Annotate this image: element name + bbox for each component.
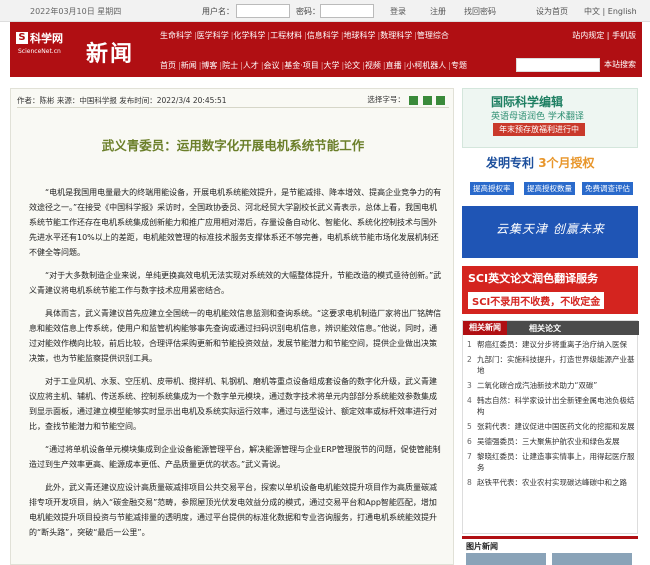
font-small-button[interactable] [436,95,445,105]
ad-patent-title: 发明专利 3个月授权 [486,156,595,170]
subject-nav-item[interactable]: 化学科学 [233,31,265,40]
font-medium-button[interactable] [422,95,432,105]
main-nav-item[interactable]: 大学 [323,61,339,70]
main-nav-item[interactable]: 视频 [365,61,381,70]
logo-s-icon: S [16,32,28,44]
article-paragraph: “通过将单机设备单元模块集成到企业设备能源管理平台，解决能源管理与企业ERP管理… [29,445,441,469]
set-homepage-link[interactable]: 设为首页 [536,6,568,17]
main-nav-item[interactable]: 专题 [451,61,467,70]
username-label: 用户名： [202,7,234,16]
login-link[interactable]: 登录 [390,6,406,17]
font-size-selector: 选择字号： [367,94,445,105]
section-title: 新闻 [86,41,135,67]
register-link[interactable]: 注册 [430,6,446,17]
subject-nav-item[interactable]: 工程材料 [270,31,302,40]
article-title: 武义青委员：运用数字化开展电机系统节能工作 [101,138,365,153]
font-size-label: 选择字号： [367,95,405,104]
ad-patent[interactable]: 发明专利 3个月授权 提高授权率 提高授权数量 免费调查评估 [462,150,638,200]
subject-nav-item[interactable]: 地球科学 [344,31,376,40]
article-paragraph: 对于工业风机、水泵、空压机、皮带机、搅拌机、轧钢机、磨机等重点设备组成套设备的数… [29,377,437,431]
top-utility-bar: 2022年03月10日 星期四 用户名： 密码： 登录 注册 找回密码 设为首页… [0,0,650,22]
image-news-section: 图片新闻 [462,536,638,565]
main-nav-item[interactable]: 会议 [264,61,280,70]
current-date: 2022年03月10日 星期四 [30,7,122,16]
site-logo[interactable]: S 科学网 ScienceNet.cn [14,26,78,72]
article-paragraph: 此外，武义青还建议应设计高质量碳减排项目公共交易平台，探索以单机设备电机能效提升… [29,483,437,537]
main-nav-item[interactable]: 博客 [201,61,217,70]
ad-sci-title: SCI英文论文润色翻译服务 [468,272,599,285]
subject-nav-item[interactable]: 医学科学 [197,31,229,40]
article-paragraph: “对于大多数制造企业来说，单纯更换高效电机无法实现对系统效的大幅整体提升，节能改… [29,271,442,295]
ad-patent-tag: 免费调查评估 [582,182,633,195]
list-item[interactable]: 1 帮癌红委员：建议分步将重离子治疗纳入医保 [467,339,637,350]
list-item[interactable]: 5 张莉代表：建议促进中国医药文化的挖掘和发展 [467,421,637,432]
image-news-thumbnail[interactable] [552,553,632,565]
list-item[interactable]: 6 吴德强委员：三大聚焦护航农业和绿色发展 [467,436,637,447]
list-item[interactable]: 2 九部门：实施科技提升，打造世界级能源产业基地 [467,354,637,376]
article-panel: 作者：陈彬 来源：中国科学报 发布时间：2022/3/4 20:45:51 选择… [10,88,454,565]
main-nav-item[interactable]: 直播 [386,61,402,70]
subject-nav-item[interactable]: 生命科学 [160,31,192,40]
ad-patent-tag: 提高授权数量 [524,182,575,195]
ad-sci-editing[interactable]: SCI英文论文润色翻译服务 SCI不录用不收费，不收定金 [462,266,638,314]
article-paragraph: 具体而言，武义青建议首先应建立全国统一的电机能效信息监测和查询系统。“这要求电机… [29,309,442,363]
list-item[interactable]: 3 二氧化碳合成汽油新技术助力“双碳” [467,380,637,391]
forgot-password-link[interactable]: 找回密码 [464,6,496,17]
main-nav-item[interactable]: 基金·项目 [284,61,319,70]
ad-editing-badge: 年末预存放福利进行中 [493,123,585,136]
font-large-button[interactable] [409,95,419,105]
main-nav-item[interactable]: 院士 [222,61,238,70]
site-search-button[interactable]: 本站搜索 [604,59,636,70]
list-item[interactable]: 4 韩志自然：科学家设计出全新锂金属电池负极结构 [467,395,637,417]
logo-domain: ScienceNet.cn [18,48,61,55]
related-list: 1 帮癌红委员：建议分步将重离子治疗纳入医保 2 九部门：实施科技提升，打造世界级能… [467,339,637,492]
site-header: S 科学网 ScienceNet.cn 新闻 生命科学 |医学科学 |化学科学 |工程… [10,22,642,77]
subject-nav-item[interactable]: 管理综合 [417,31,449,40]
header-search-input[interactable] [516,58,600,72]
image-news-heading: 图片新闻 [466,542,498,551]
article-meta: 作者：陈彬 来源：中国科学报 发布时间：2022/3/4 20:45:51 [17,96,227,105]
image-news-thumbnail[interactable] [466,553,546,565]
username-input[interactable] [236,4,290,18]
ad-editing-subtitle: 英语母语润色 学术翻译 [491,112,584,122]
main-nav-item[interactable]: 人才 [243,61,259,70]
logo-name: 科学网 [30,32,63,45]
main-nav-item[interactable]: 小柯机器人 [406,61,446,70]
password-input[interactable] [320,4,374,18]
ad-science-editing[interactable]: 国际科学编辑 英语母语润色 学术翻译 年末预存放福利进行中 [462,88,638,148]
subject-nav-item[interactable]: 信息科学 [307,31,339,40]
main-nav-item[interactable]: 论文 [344,61,360,70]
subject-nav: 生命科学 |医学科学 |化学科学 |工程材料 |信息科学 |地球科学 |数理科学 |管理综合 [160,30,449,41]
tab-related-news[interactable]: 相关新闻 [463,321,507,335]
list-item[interactable]: 7 黎晓红委员：让建造事实情事上，用得起医疗服务 [467,451,637,473]
main-nav: 首页 |新闻 |博客 |院士 |人才 |会议 |基金·项目 |大学 |论文 |视频 |直播 |小柯机器… [160,60,467,71]
ad-editing-title: 国际科学编辑 [491,95,564,109]
main-nav-item[interactable]: 新闻 [181,61,197,70]
ad-patent-tag: 提高授权率 [470,182,514,195]
meta-divider [17,107,449,108]
related-tabs: 相关新闻 相关论文 [463,321,639,335]
article-body: “电机是我国用电量最大的终端用能设备，开展电机系统能效提升，是节能减排、降本增效… [29,185,443,548]
tab-related-papers[interactable]: 相关论文 [529,323,561,334]
article-paragraph: “电机是我国用电量最大的终端用能设备，开展电机系统能效提升，是节能减排、降本增效… [29,188,442,257]
header-right-links[interactable]: 站内规定 | 手机版 [572,30,636,41]
ad-banner-title: 云集天津 创赢未来 [496,222,605,236]
subject-nav-item[interactable]: 数理科学 [380,31,412,40]
list-item[interactable]: 8 赵铁平代表：农业农村实现碳达峰碳中和之路 [467,477,637,488]
ad-sci-subtitle: SCI不录用不收费，不收定金 [468,292,605,309]
related-panel: 相关新闻 相关论文 1 帮癌红委员：建议分步将重离子治疗纳入医保 2 九部门：实施科… [462,320,639,534]
password-label: 密码： [296,7,320,16]
main-nav-item[interactable]: 首页 [160,61,176,70]
language-switch[interactable]: 中文 | English [584,6,637,17]
ad-tianjin-banner[interactable]: 云集天津 创赢未来 [462,206,638,258]
